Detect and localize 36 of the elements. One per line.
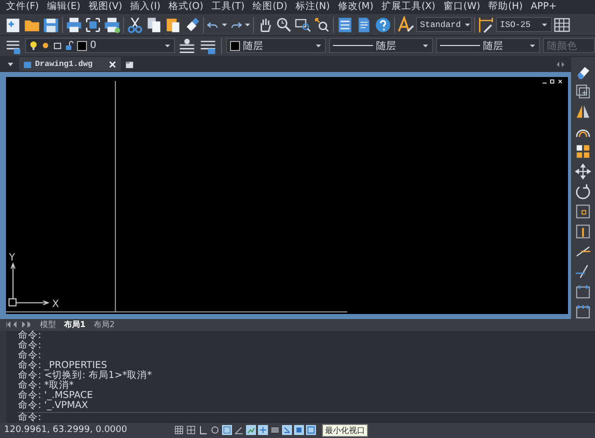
menu-item[interactable]: 标注(N)	[291, 0, 334, 14]
layer-dropdown[interactable]: 0	[25, 38, 175, 54]
document-tab[interactable]: Drawing1.dwg	[19, 57, 121, 72]
menu-item[interactable]: 格式(O)	[164, 0, 208, 14]
layout-tab[interactable]: 布局2	[94, 319, 115, 330]
layout-tab[interactable]: 布局1	[64, 319, 86, 330]
command-line: 命令: _PROPERTIES	[18, 360, 108, 371]
coordinates: 120.9961, 63.2999, 0.0000	[4, 425, 128, 436]
command-line: 命令:	[18, 340, 42, 351]
command-line: 命令: <切换到: 布局1>*取消*	[18, 370, 153, 381]
menu-item[interactable]: 视图(V)	[84, 0, 126, 14]
menu-item[interactable]: 文件(F)	[2, 0, 43, 14]
menu-item[interactable]: 扩展工具(X)	[377, 0, 440, 14]
menu-item[interactable]: 窗口(W)	[439, 0, 484, 14]
menu-item[interactable]: 插入(I)	[126, 0, 164, 14]
tooltip: 最小化视口	[322, 424, 368, 437]
color-dropdown[interactable]: 随层	[226, 38, 326, 54]
command-line: 命令: *取消*	[18, 380, 75, 391]
command-line: 命令: '_.VPMAX	[18, 400, 88, 411]
command-line: 命令:	[18, 350, 42, 361]
menu-item[interactable]: 帮助(H)	[484, 0, 527, 14]
menu-item[interactable]: 修改(M)	[334, 0, 378, 14]
menu-item[interactable]: 编辑(E)	[42, 0, 84, 14]
linetype-dropdown[interactable]: 随层	[329, 38, 433, 54]
text-style-dropdown[interactable]: Standard	[416, 17, 472, 32]
layout-tab[interactable]: 模型	[40, 319, 56, 330]
command-line: 命令: '_.MSPACE	[18, 390, 94, 401]
axis-label: X	[52, 298, 60, 310]
drawing-canvas[interactable]: Y X	[6, 76, 568, 314]
dimension-style-dropdown[interactable]: ISO-25	[496, 17, 552, 32]
menu-item[interactable]: 绘图(D)	[248, 0, 292, 14]
command-line: 命令:	[18, 330, 42, 341]
menu-item[interactable]: APP+	[526, 0, 561, 14]
axis-label: Y	[9, 252, 16, 264]
menu-item[interactable]: 工具(T)	[207, 0, 249, 14]
lineweight-dropdown[interactable]: 随层	[436, 38, 540, 54]
